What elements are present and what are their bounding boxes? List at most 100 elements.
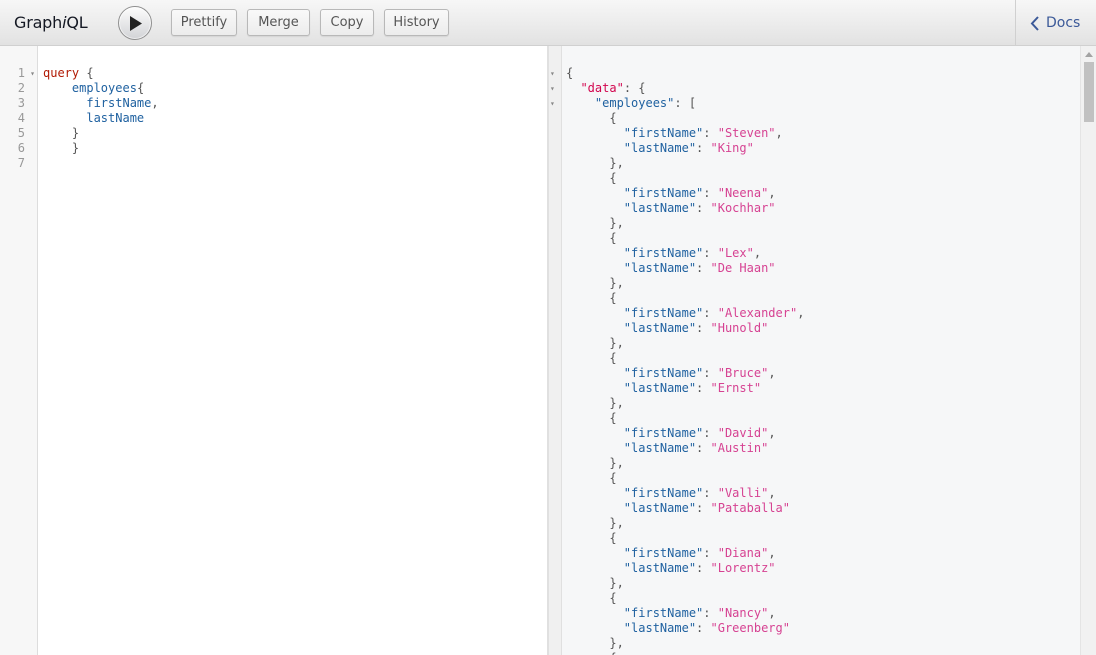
- json-value: "Bruce": [717, 366, 769, 380]
- json-key: "lastName": [623, 201, 697, 215]
- code-token: {: [566, 591, 617, 605]
- code-token: :: [703, 306, 718, 320]
- json-key: "firstName": [623, 306, 704, 320]
- merge-button[interactable]: Merge: [247, 9, 310, 36]
- json-value: "Lorentz": [710, 561, 776, 575]
- code-token: :: [703, 426, 718, 440]
- code-token: }: [43, 141, 80, 155]
- code-token: },: [566, 636, 624, 650]
- fold-marker-icon[interactable]: ▾: [30, 66, 35, 81]
- result-line: "lastName": "King": [566, 141, 804, 156]
- code-token: ,: [768, 186, 776, 200]
- fold-marker-icon[interactable]: ▾: [550, 96, 560, 111]
- result-line: {: [566, 471, 804, 486]
- code-token: ,: [797, 306, 805, 320]
- query-line: }: [43, 126, 159, 141]
- scroll-up-icon[interactable]: [1085, 52, 1093, 57]
- json-value: "Neena": [717, 186, 769, 200]
- result-line: "data": {: [566, 81, 804, 96]
- result-line: "employees": [: [566, 96, 804, 111]
- query-root-field: employees: [71, 81, 137, 95]
- play-icon: [130, 16, 142, 31]
- code-token: :: [703, 246, 718, 260]
- result-line: {: [566, 351, 804, 366]
- code-token: },: [566, 576, 624, 590]
- query-editor[interactable]: 1 ▾ 2 3 4 5 6 7 query { employees{ firstName, l…: [0, 46, 548, 655]
- result-line: },: [566, 216, 804, 231]
- result-scrollbar[interactable]: [1080, 46, 1096, 655]
- code-token: {: [566, 651, 616, 655]
- json-key: "employees": [594, 96, 675, 110]
- json-key: "lastName": [623, 381, 697, 395]
- fold-marker-icon[interactable]: ▾: [550, 66, 560, 81]
- code-token: : [: [674, 96, 697, 110]
- code-token: },: [566, 456, 624, 470]
- code-token: {: [566, 291, 617, 305]
- fold-marker-icon[interactable]: ▾: [550, 81, 560, 96]
- json-key: "firstName": [623, 246, 704, 260]
- code-token: {: [566, 171, 617, 185]
- code-token: :: [703, 126, 718, 140]
- code-token: :: [696, 441, 711, 455]
- result-line: "firstName": "Neena",: [566, 186, 804, 201]
- result-line: "firstName": "David",: [566, 426, 804, 441]
- code-token: :: [703, 486, 718, 500]
- json-key: "lastName": [623, 261, 697, 275]
- result-line: "firstName": "Diana",: [566, 546, 804, 561]
- code-token: :: [696, 201, 711, 215]
- result-line: "lastName": "Greenberg": [566, 621, 804, 636]
- result-fold-markers: ▾ ▾ ▾: [550, 66, 560, 111]
- docs-button[interactable]: Docs: [1015, 0, 1096, 46]
- code-token: :: [703, 606, 718, 620]
- code-token: },: [566, 516, 624, 530]
- result-viewer: { "data": { "employees": [ { "firstName"…: [562, 46, 1096, 655]
- json-value: "Diana": [717, 546, 769, 560]
- result-line: },: [566, 336, 804, 351]
- result-line: "lastName": "Austin": [566, 441, 804, 456]
- editor-drag-bar[interactable]: [548, 46, 562, 655]
- json-value: "Hunold": [710, 321, 769, 335]
- json-value: "Lex": [717, 246, 754, 260]
- line-number: 7: [17, 156, 25, 170]
- code-token: :: [696, 381, 711, 395]
- query-field: lastName: [86, 111, 145, 125]
- execute-query-button[interactable]: [118, 6, 152, 40]
- result-line: },: [566, 456, 804, 471]
- code-token: :: [696, 561, 711, 575]
- code-token: {: [566, 111, 617, 125]
- json-key: "data": [580, 81, 624, 95]
- code-token: {: [566, 411, 617, 425]
- code-token: : {: [623, 81, 646, 95]
- code-token: :: [696, 261, 711, 275]
- query-keyword: query: [43, 66, 80, 80]
- result-line: {: [566, 531, 804, 546]
- prettify-button[interactable]: Prettify: [171, 9, 237, 36]
- toolbar: GraphiQL Prettify Merge Copy History Doc…: [0, 0, 1096, 46]
- query-code[interactable]: query { employees{ firstName, lastName }…: [43, 66, 159, 171]
- line-number: 6: [17, 141, 25, 155]
- result-line: "lastName": "Hunold": [566, 321, 804, 336]
- result-line: {: [566, 231, 804, 246]
- json-value: "Valli": [717, 486, 769, 500]
- result-line: {: [566, 291, 804, 306]
- json-key: "firstName": [623, 426, 704, 440]
- history-button[interactable]: History: [384, 9, 449, 36]
- line-number: 1 ▾: [17, 66, 35, 81]
- copy-button[interactable]: Copy: [320, 9, 374, 36]
- result-line: {: [566, 171, 804, 186]
- json-key: "firstName": [623, 606, 704, 620]
- scrollbar-thumb[interactable]: [1084, 62, 1094, 122]
- query-line: lastName: [43, 111, 159, 126]
- code-token: ,: [753, 246, 762, 260]
- code-token: :: [696, 321, 711, 335]
- code-token: ,: [775, 126, 783, 140]
- json-key: "lastName": [623, 561, 697, 575]
